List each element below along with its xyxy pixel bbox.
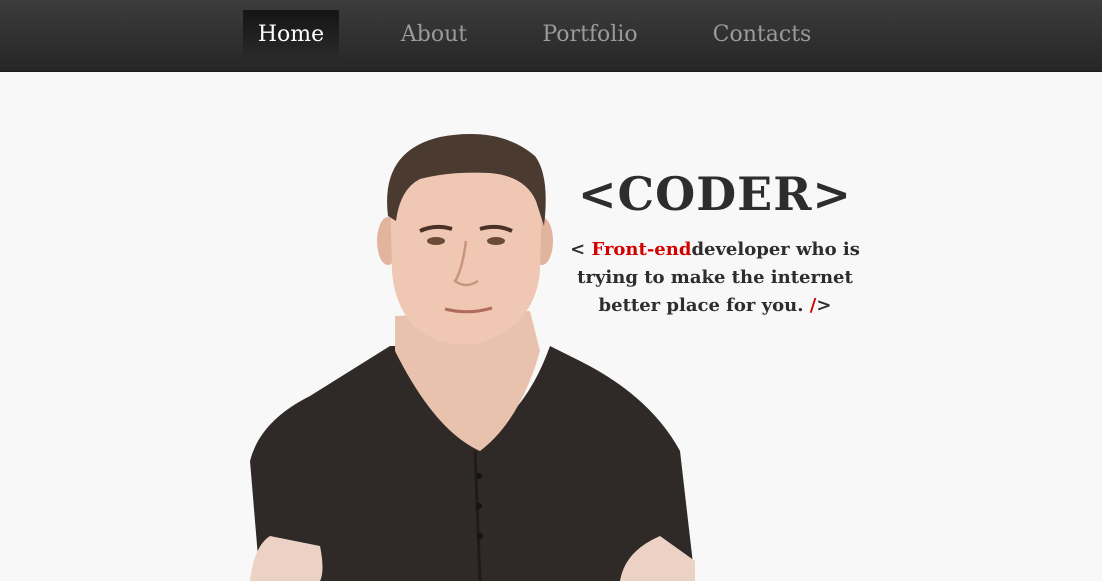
tagline-close-bracket: > bbox=[816, 295, 832, 316]
tagline-highlight: Front-end bbox=[591, 239, 692, 260]
nav-contacts-link[interactable]: Contacts bbox=[706, 10, 818, 60]
tagline-line2: trying to make the internet bbox=[577, 267, 853, 288]
nav-about-link[interactable]: About bbox=[394, 10, 474, 60]
tagline-line3: better place for you. bbox=[598, 295, 810, 316]
nav-home-link[interactable]: Home bbox=[243, 10, 339, 60]
hero-tagline: < Front-enddeveloper who is trying to ma… bbox=[560, 236, 870, 320]
tagline-line1: developer who is bbox=[691, 239, 860, 260]
top-navbar: Home About Portfolio Contacts bbox=[0, 0, 1102, 71]
nav-portfolio-link[interactable]: Portfolio bbox=[536, 10, 644, 60]
tagline-open-bracket: < bbox=[570, 239, 592, 260]
hero-title: <CODER> bbox=[578, 167, 852, 221]
hero-section: <CODER> < Front-enddeveloper who is tryi… bbox=[0, 71, 1102, 581]
